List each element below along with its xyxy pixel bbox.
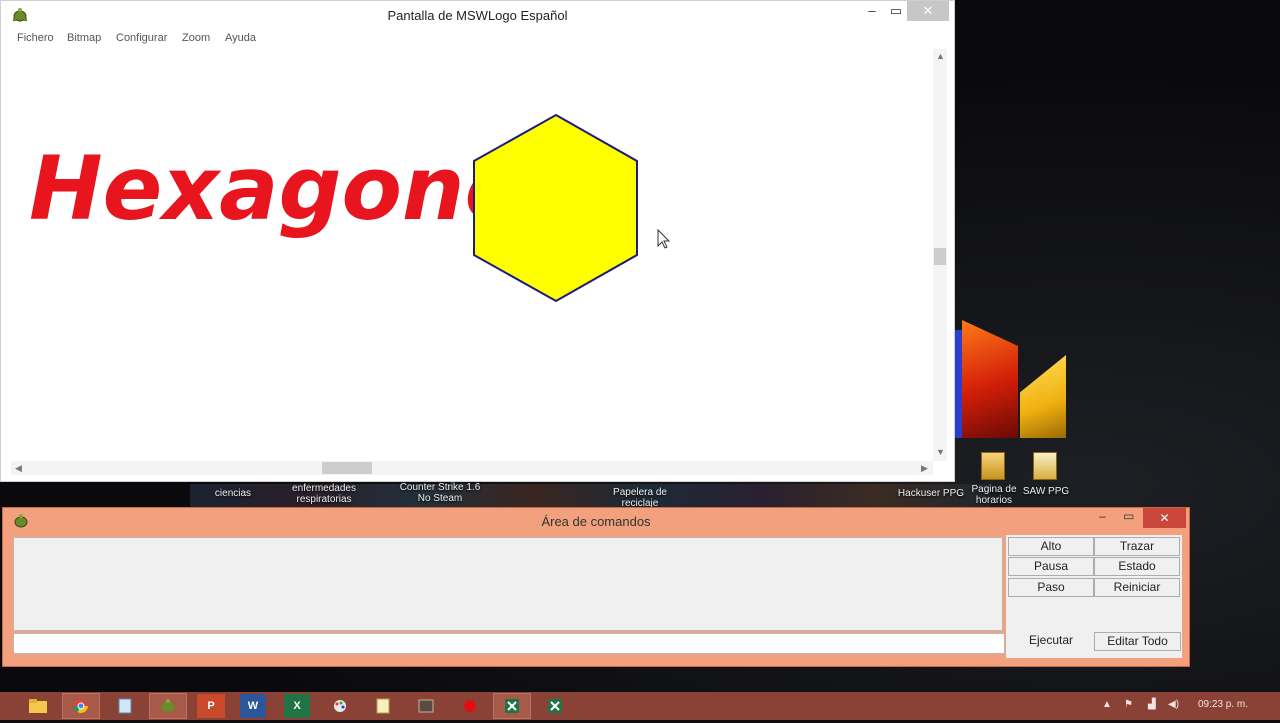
excel-window-icon[interactable] bbox=[493, 693, 531, 719]
minimize-button[interactable]: – bbox=[1099, 509, 1106, 523]
alto-button[interactable]: Alto bbox=[1008, 537, 1094, 556]
word-icon[interactable]: W bbox=[240, 694, 266, 718]
desktop-label-counter-strike[interactable]: Counter Strike 1.6 No Steam bbox=[398, 482, 482, 504]
mswlogo-main-window: Pantalla de MSWLogo Español – ▭ ✕ Ficher… bbox=[0, 0, 955, 482]
record-icon[interactable] bbox=[452, 694, 488, 718]
close-button[interactable]: ✕ bbox=[1143, 508, 1186, 528]
desktop-label-enfermedades[interactable]: enfermedades respiratorias bbox=[282, 483, 366, 505]
notes-icon[interactable] bbox=[365, 694, 401, 718]
file-explorer-icon[interactable] bbox=[20, 694, 56, 718]
folder-icon[interactable] bbox=[1030, 448, 1058, 482]
network-icon[interactable]: ▟ bbox=[1148, 699, 1156, 710]
powerpoint-icon[interactable]: P bbox=[197, 694, 225, 718]
scroll-left-icon[interactable]: ◀ bbox=[15, 463, 22, 474]
mswlogo-icon[interactable] bbox=[149, 693, 187, 719]
desktop-label-papelera[interactable]: Papelera de reciclaje bbox=[600, 487, 680, 509]
menu-ayuda[interactable]: Ayuda bbox=[225, 32, 256, 44]
chevron-up-icon[interactable]: ▲ bbox=[1102, 699, 1112, 710]
scroll-right-icon[interactable]: ▶ bbox=[921, 463, 928, 474]
minimize-button[interactable]: – bbox=[859, 1, 885, 21]
pausa-button[interactable]: Pausa bbox=[1008, 557, 1094, 576]
desktop-label-saw[interactable]: SAW PPG bbox=[1018, 486, 1074, 497]
flag-icon[interactable]: ⚑ bbox=[1124, 699, 1133, 710]
command-history[interactable] bbox=[13, 537, 1003, 631]
main-window-title: Pantalla de MSWLogo Español bbox=[387, 8, 568, 23]
vertical-scroll-thumb[interactable] bbox=[934, 248, 946, 265]
menu-configurar[interactable]: Configurar bbox=[116, 32, 167, 44]
paint-icon[interactable] bbox=[322, 694, 358, 718]
clock[interactable]: 09:23 p. m. bbox=[1198, 699, 1248, 710]
media-icon[interactable] bbox=[408, 694, 444, 718]
scroll-up-icon[interactable]: ▲ bbox=[936, 51, 945, 61]
ejecutar-button[interactable]: Ejecutar bbox=[1008, 632, 1094, 651]
maximize-button[interactable]: ▭ bbox=[1123, 509, 1134, 523]
cursor-icon bbox=[657, 228, 671, 249]
trazar-button[interactable]: Trazar bbox=[1094, 537, 1180, 556]
folder-icon[interactable] bbox=[978, 448, 1006, 482]
editar-todo-button[interactable]: Editar Todo bbox=[1094, 632, 1181, 651]
chrome-icon[interactable] bbox=[62, 693, 100, 719]
notepad-icon[interactable] bbox=[107, 694, 143, 718]
menu-fichero[interactable]: Fichero bbox=[17, 32, 54, 44]
close-button[interactable]: ✕ bbox=[907, 1, 949, 21]
menu-bar: Fichero Bitmap Configurar Zoom Ayuda bbox=[1, 29, 954, 49]
paso-button[interactable]: Paso bbox=[1008, 578, 1094, 597]
estado-button[interactable]: Estado bbox=[1094, 557, 1180, 576]
show-desktop-button[interactable] bbox=[1268, 692, 1280, 720]
desktop-label-pagina[interactable]: Pagina de horarios bbox=[966, 484, 1022, 506]
desktop-label-hackuser[interactable]: Hackuser PPG bbox=[893, 488, 969, 499]
menu-zoom[interactable]: Zoom bbox=[182, 32, 210, 44]
horizontal-scrollbar[interactable]: ◀ ▶ bbox=[11, 461, 933, 475]
reiniciar-button[interactable]: Reiniciar bbox=[1094, 578, 1180, 597]
vertical-scrollbar[interactable]: ▲ ▼ bbox=[933, 49, 947, 461]
menu-bitmap[interactable]: Bitmap bbox=[67, 32, 101, 44]
excel-icon[interactable]: X bbox=[284, 694, 310, 718]
volume-icon[interactable]: ◀) bbox=[1168, 699, 1179, 710]
desktop-label-ciencias[interactable]: ciencias bbox=[205, 488, 261, 499]
scroll-down-icon[interactable]: ▼ bbox=[936, 447, 945, 457]
drawing-canvas[interactable]: Hexagono bbox=[11, 49, 933, 461]
maximize-button[interactable]: ▭ bbox=[885, 1, 907, 21]
command-window: Área de comandos – ▭ ✕ Alto Trazar Pausa… bbox=[2, 507, 1190, 667]
horizontal-scroll-thumb[interactable] bbox=[322, 462, 372, 474]
hexagono-text: Hexagono bbox=[29, 137, 525, 240]
main-titlebar[interactable]: Pantalla de MSWLogo Español – ▭ ✕ bbox=[1, 1, 954, 29]
command-window-title: Área de comandos bbox=[541, 514, 651, 529]
command-input[interactable] bbox=[13, 633, 1005, 654]
taskbar: P W X ▲ ⚑ ▟ ◀) 09:23 p. m. bbox=[0, 692, 1280, 720]
excel-window-icon[interactable] bbox=[537, 694, 573, 718]
